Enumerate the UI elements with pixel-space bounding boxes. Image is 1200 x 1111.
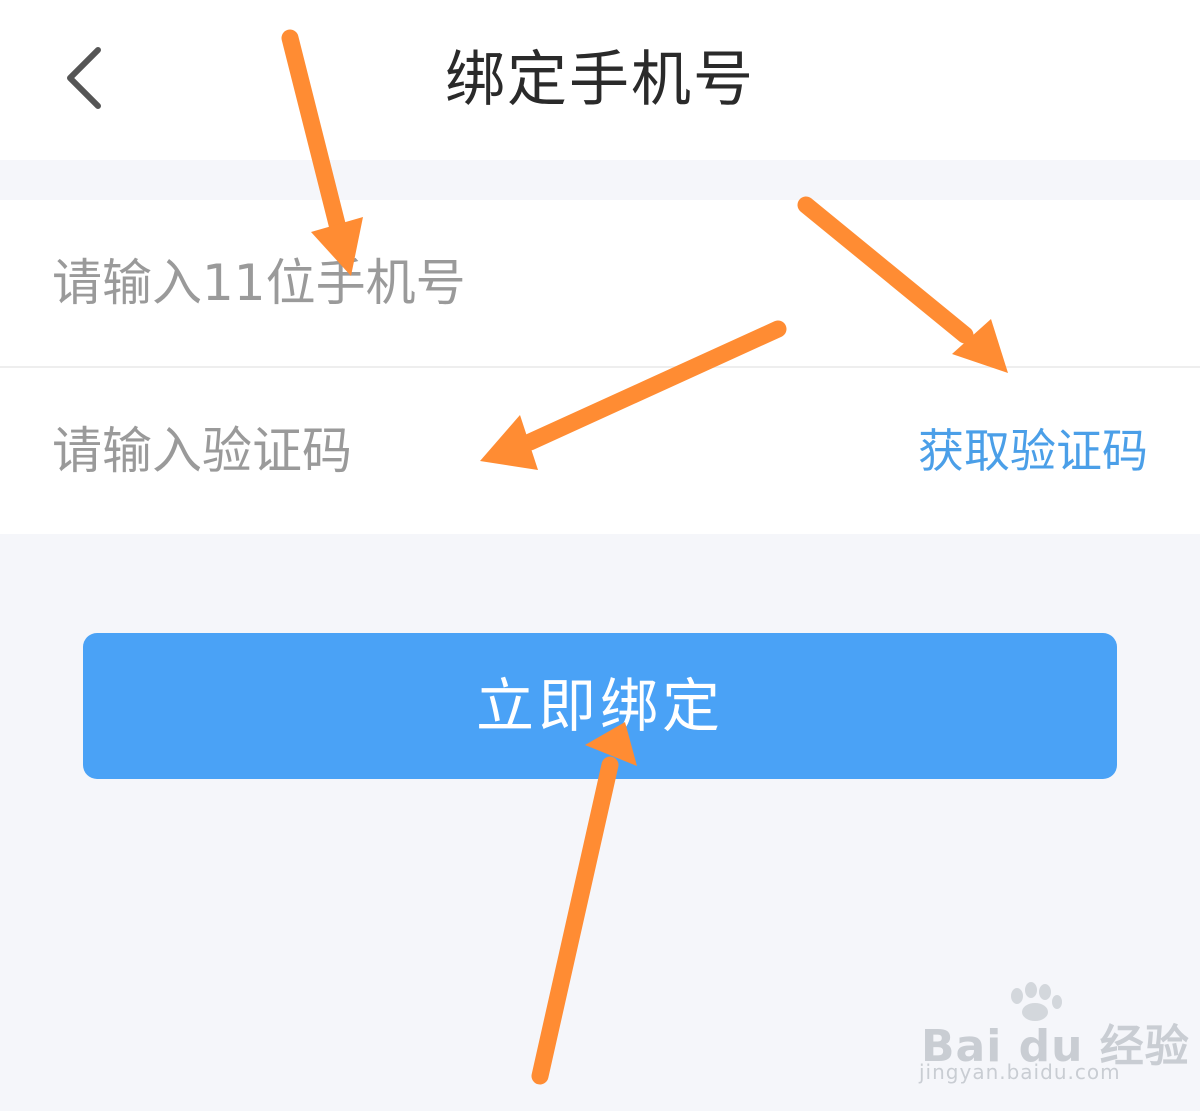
get-code-button[interactable]: 获取验证码: [918, 368, 1148, 534]
baidu-jingyan-watermark: Bai du 经验 jingyan.baidu.com: [905, 980, 1189, 1090]
header-bar: 绑定手机号: [0, 0, 1200, 160]
watermark-url: jingyan.baidu.com: [919, 1060, 1121, 1084]
annotation-arrows: [281, 29, 1008, 1085]
phone-row: [0, 200, 1200, 366]
bind-form: 获取验证码: [0, 200, 1200, 534]
arrow-to-bind-button: [531, 756, 619, 1085]
code-row: 获取验证码: [0, 368, 1200, 534]
verification-code-input[interactable]: [52, 368, 872, 534]
bind-now-button[interactable]: 立即绑定: [83, 633, 1117, 779]
page-title: 绑定手机号: [445, 45, 755, 115]
phone-input[interactable]: [52, 200, 1142, 366]
